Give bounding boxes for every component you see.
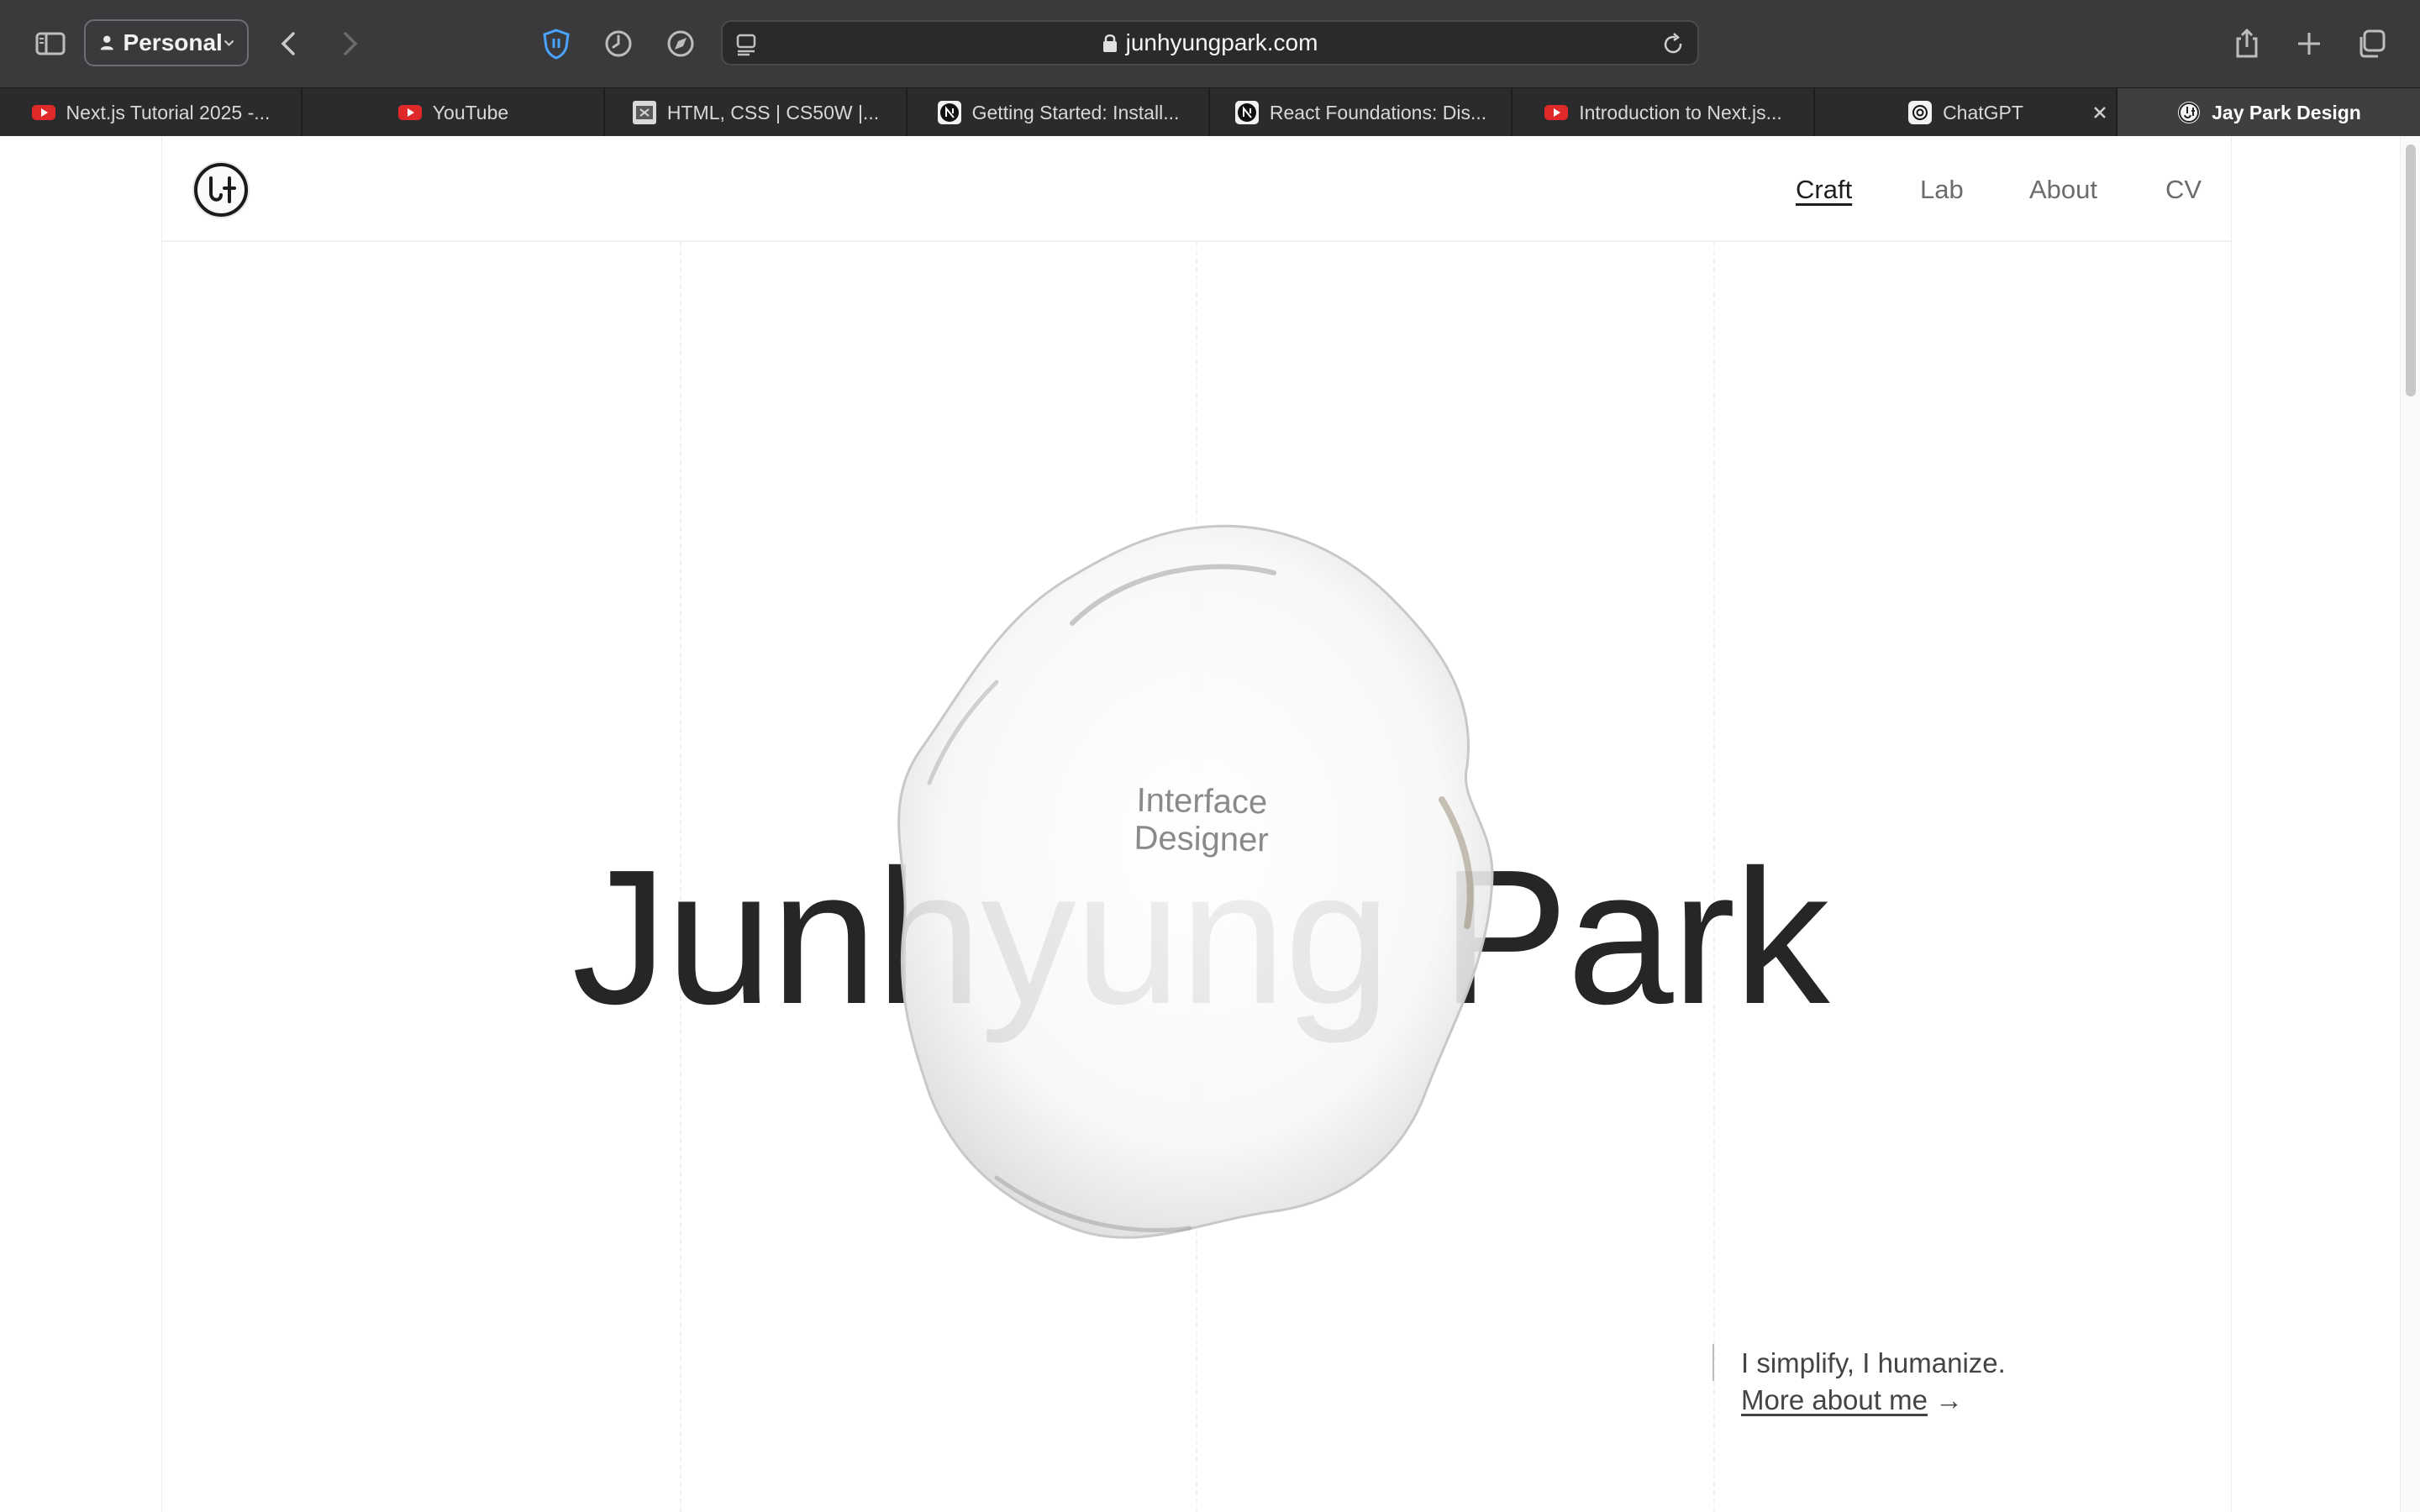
site-logo[interactable] [191, 160, 251, 220]
tab-label: YouTube [432, 101, 509, 123]
chevron-down-icon [224, 39, 234, 47]
tab-chatgpt[interactable]: ChatGPT [1815, 88, 2118, 137]
nav-craft[interactable]: Craft [1796, 175, 1852, 205]
hero-role: Interface Designer [1134, 781, 1270, 859]
history-icon[interactable] [595, 20, 642, 67]
tab-bar: Next.js Tutorial 2025 -... YouTube HTML,… [0, 87, 2420, 137]
browser-toolbar: Personal junhyungpark.com [0, 0, 2420, 87]
address-bar[interactable]: junhyungpark.com [721, 20, 1699, 66]
tab-jay-park-design[interactable]: Jay Park Design [2094, 88, 2420, 137]
shield-icon[interactable] [533, 20, 580, 67]
scroll-thumb[interactable] [2406, 144, 2416, 396]
youtube-icon [31, 105, 55, 120]
forward-icon[interactable] [326, 20, 373, 67]
youtube-icon [397, 105, 422, 120]
profile-label: Personal [123, 29, 223, 55]
tab-intro-nextjs[interactable]: Introduction to Next.js... [1512, 88, 1815, 137]
web-page: Craft Lab About CV Junhyung Park Interfa… [0, 136, 2400, 1512]
tab-label: Jay Park Design [2212, 101, 2361, 123]
glass-blob-graphic [897, 524, 1494, 1239]
tagline: I simplify, I humanize. [1741, 1347, 2006, 1378]
tab-label: HTML, CSS | CS50W |... [666, 101, 880, 123]
chatgpt-icon [1908, 101, 1933, 124]
tab-getting-started[interactable]: Getting Started: Install... [908, 88, 1210, 137]
tab-label: Introduction to Next.js... [1579, 101, 1782, 123]
sidebar-icon[interactable] [27, 20, 74, 67]
more-about-label[interactable]: More about me [1741, 1384, 1928, 1415]
nav-about[interactable]: About [2029, 175, 2097, 205]
tagline-divider [1712, 1344, 1714, 1381]
jaypark-logo-icon [2178, 102, 2201, 123]
tab-label: Next.js Tutorial 2025 -... [66, 101, 271, 123]
url-display[interactable]: junhyungpark.com [723, 22, 1697, 64]
tab-cs50w[interactable]: HTML, CSS | CS50W |... [605, 88, 908, 137]
tab-react-foundations[interactable]: React Foundations: Dis... [1210, 88, 1512, 137]
nextjs-icon [1234, 101, 1259, 124]
tab-youtube[interactable]: YouTube [302, 88, 605, 137]
nav-lab[interactable]: Lab [1920, 175, 1964, 205]
nav-cv[interactable]: CV [2165, 175, 2202, 205]
tab-label: ChatGPT [1943, 101, 2023, 123]
tab-label: Getting Started: Install... [971, 101, 1180, 123]
url-text: junhyungpark.com [1125, 29, 1318, 55]
site-header: Craft Lab About CV [162, 136, 2231, 242]
tab-label: React Foundations: Dis... [1269, 101, 1487, 123]
close-icon[interactable] [2091, 103, 2109, 122]
back-icon[interactable] [266, 20, 313, 67]
person-icon [100, 35, 113, 50]
compass-icon[interactable] [657, 20, 704, 67]
reload-icon[interactable] [1660, 32, 1686, 57]
share-icon[interactable] [2223, 20, 2270, 67]
new-tab-icon[interactable] [2286, 20, 2333, 67]
tab-nextjs-tutorial[interactable]: Next.js Tutorial 2025 -... [0, 88, 302, 137]
more-about-link[interactable]: More about me → [1741, 1384, 1963, 1416]
lock-icon [1102, 34, 1117, 52]
youtube-icon [1544, 105, 1569, 120]
scrollbar[interactable] [2400, 136, 2420, 1512]
arrow-right-icon: → [1935, 1384, 1964, 1415]
cs50-icon [632, 101, 656, 124]
nextjs-icon [937, 101, 961, 124]
profile-button[interactable]: Personal [84, 19, 249, 66]
tab-overview-icon[interactable] [2348, 20, 2395, 67]
